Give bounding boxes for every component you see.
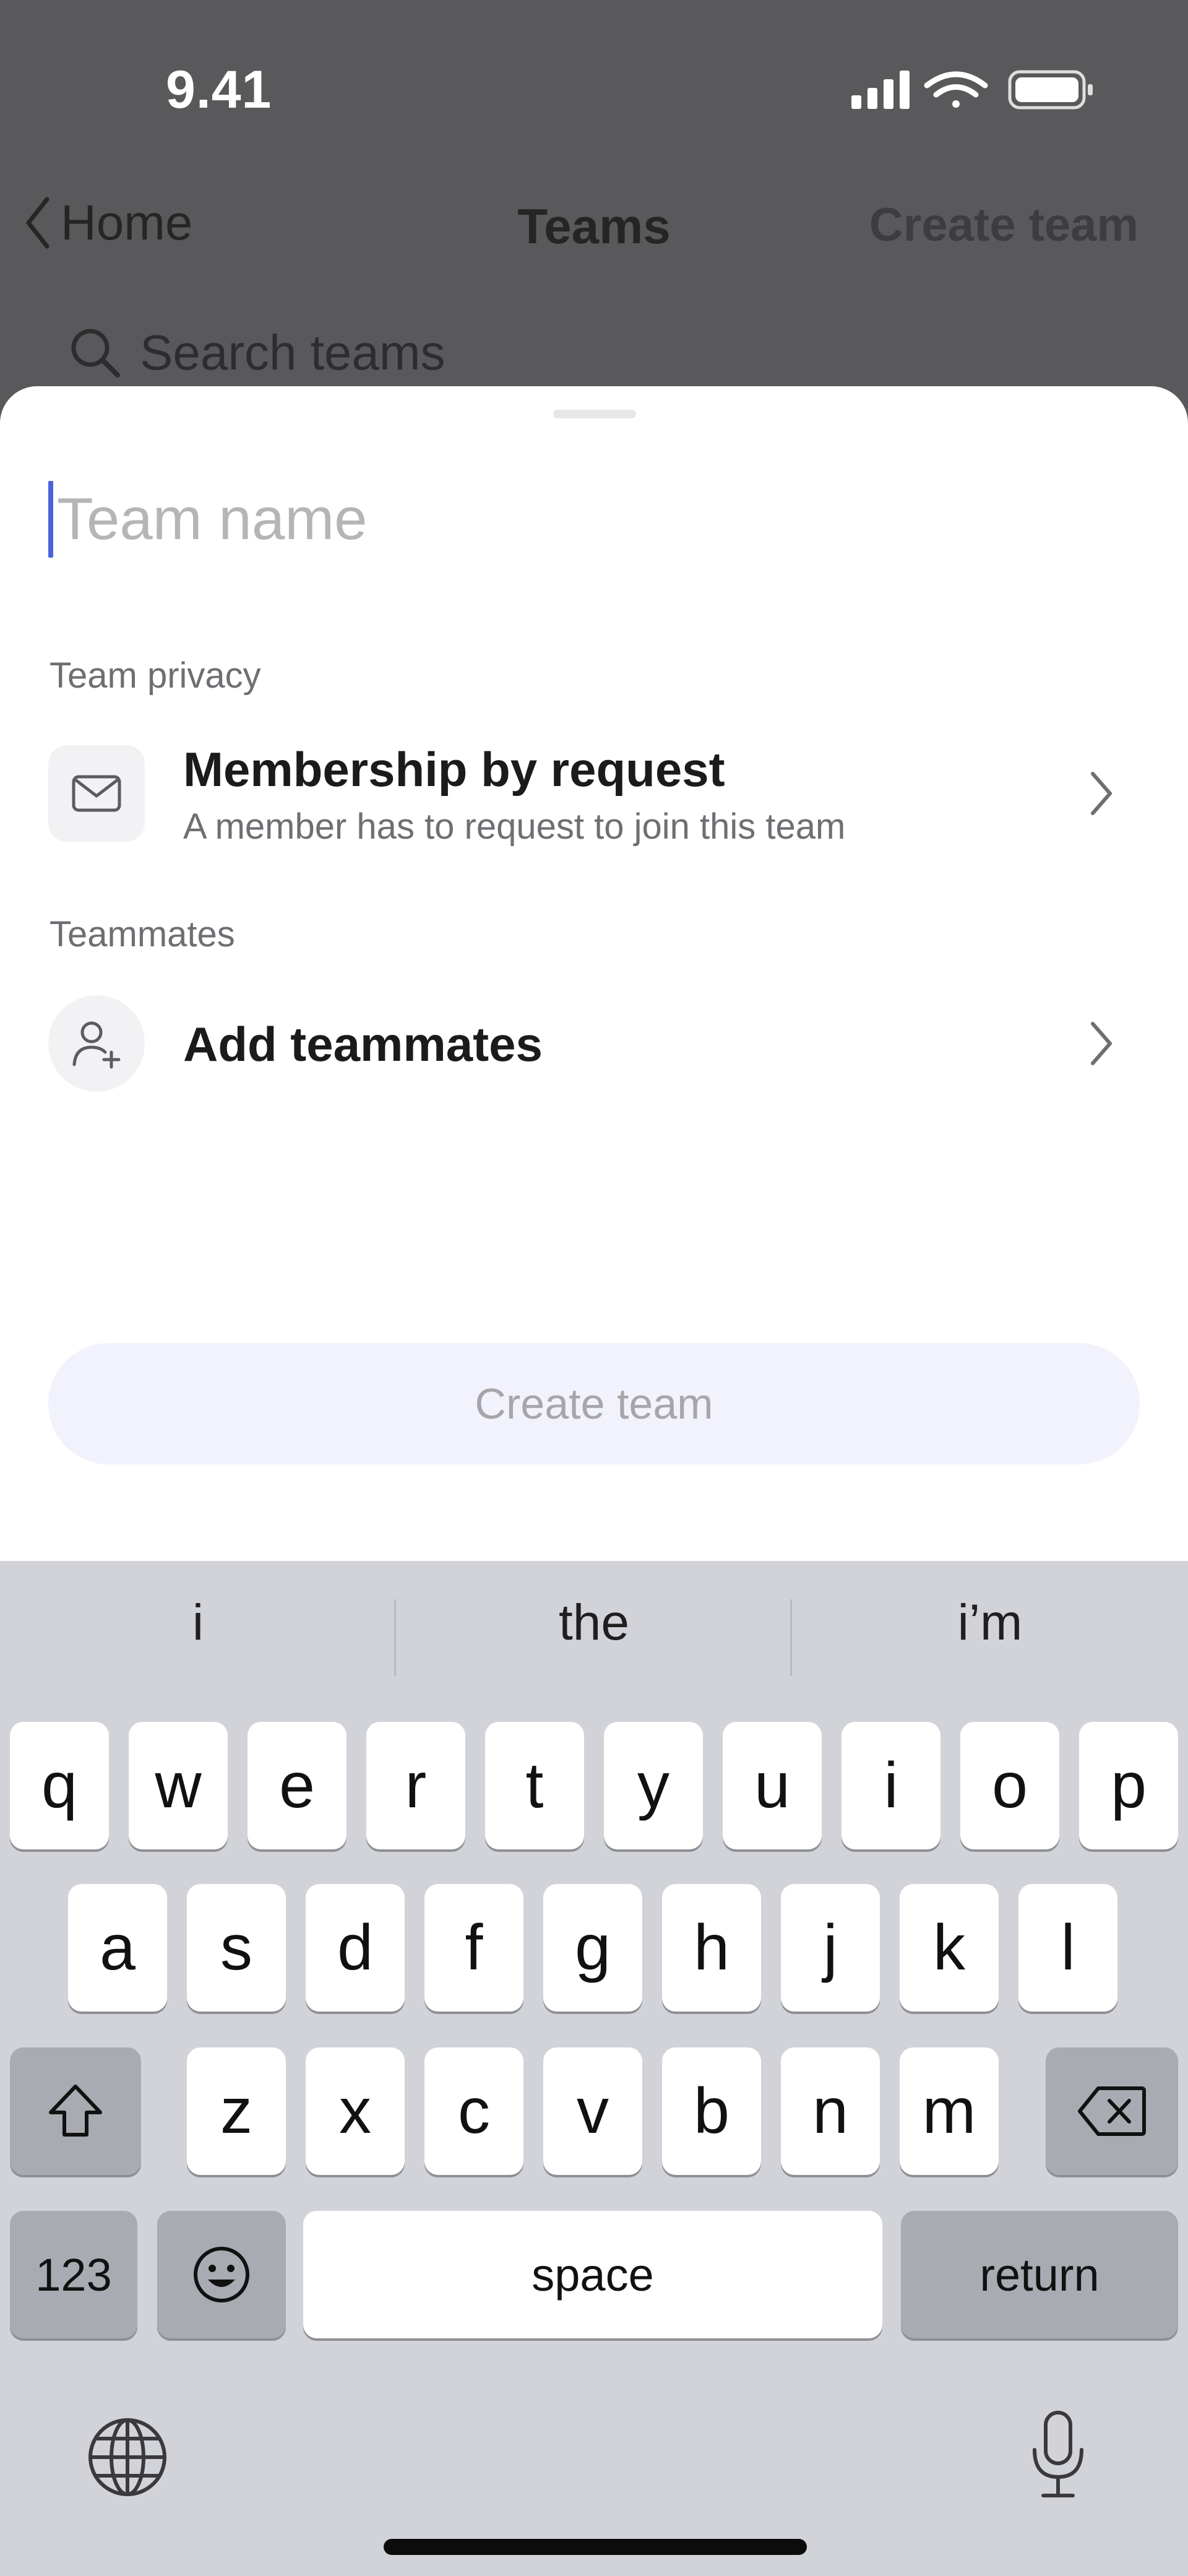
search-bar[interactable]: Search teams bbox=[68, 322, 446, 384]
shift-key[interactable] bbox=[10, 2047, 141, 2175]
key-m[interactable]: m bbox=[900, 2047, 999, 2175]
key-y[interactable]: y bbox=[604, 1722, 703, 1849]
globe-icon[interactable] bbox=[85, 2415, 170, 2499]
add-person-icon bbox=[48, 995, 145, 1092]
key-n[interactable]: n bbox=[781, 2047, 880, 2175]
key-b[interactable]: b bbox=[662, 2047, 761, 2175]
suggestion-1[interactable]: i bbox=[0, 1561, 396, 1685]
key-r[interactable]: r bbox=[366, 1722, 465, 1849]
key-v[interactable]: v bbox=[543, 2047, 642, 2175]
chevron-right-icon bbox=[1091, 1022, 1112, 1065]
key-j[interactable]: j bbox=[781, 1884, 880, 2012]
team-privacy-label: Team privacy bbox=[50, 655, 261, 696]
key-x[interactable]: x bbox=[306, 2047, 405, 2175]
key-l[interactable]: l bbox=[1018, 1884, 1117, 2012]
battery-icon bbox=[1008, 70, 1093, 110]
create-team-button[interactable]: Create team bbox=[48, 1343, 1140, 1464]
team-name-input[interactable] bbox=[57, 485, 1109, 553]
backspace-icon bbox=[1078, 2086, 1146, 2136]
key-t[interactable]: t bbox=[485, 1722, 584, 1849]
status-bar: 9.41 bbox=[0, 0, 1188, 173]
keyboard: i the i’m q w e r t y u i o p a s d f g … bbox=[0, 1561, 1188, 2576]
wifi-icon bbox=[924, 71, 988, 108]
privacy-title: Membership by request bbox=[183, 742, 725, 797]
key-d[interactable]: d bbox=[306, 1884, 405, 2012]
text-caret bbox=[48, 481, 53, 558]
shift-icon bbox=[49, 2085, 102, 2137]
numbers-key[interactable]: 123 bbox=[10, 2211, 137, 2338]
key-c[interactable]: c bbox=[424, 2047, 523, 2175]
sheet-grabber[interactable] bbox=[553, 410, 636, 418]
key-e[interactable]: e bbox=[248, 1722, 346, 1849]
privacy-subtitle: A member has to request to join this tea… bbox=[183, 806, 846, 847]
key-h[interactable]: h bbox=[662, 1884, 761, 2012]
search-icon bbox=[71, 329, 120, 378]
emoji-key[interactable] bbox=[157, 2211, 286, 2338]
key-s[interactable]: s bbox=[187, 1884, 286, 2012]
screen: 9.41 Home Teams Create team Search teams… bbox=[0, 0, 1188, 2576]
suggestion-2[interactable]: the bbox=[396, 1561, 792, 1685]
background-page: 9.41 Home Teams Create team Search teams bbox=[0, 0, 1188, 433]
key-q[interactable]: q bbox=[10, 1722, 109, 1849]
microphone-icon[interactable] bbox=[1027, 2409, 1089, 2502]
key-u[interactable]: u bbox=[723, 1722, 822, 1849]
privacy-option-row[interactable]: Membership by request A member has to re… bbox=[0, 727, 1188, 850]
teammates-label: Teammates bbox=[50, 914, 235, 954]
key-g[interactable]: g bbox=[543, 1884, 642, 2012]
create-team-nav-button[interactable]: Create team bbox=[869, 198, 1138, 252]
home-indicator bbox=[384, 2539, 807, 2555]
key-k[interactable]: k bbox=[900, 1884, 999, 2012]
predictive-text-bar: i the i’m bbox=[0, 1561, 1188, 1685]
emoji-icon bbox=[194, 2247, 249, 2302]
chevron-right-icon bbox=[1091, 772, 1112, 815]
delete-key[interactable] bbox=[1046, 2047, 1178, 2175]
key-w[interactable]: w bbox=[129, 1722, 228, 1849]
status-time: 9.41 bbox=[166, 60, 272, 119]
create-team-sheet: Team privacy Membership by request A mem… bbox=[0, 386, 1188, 1562]
key-f[interactable]: f bbox=[424, 1884, 523, 2012]
add-teammates-label: Add teammates bbox=[183, 1017, 543, 1071]
key-p[interactable]: p bbox=[1079, 1722, 1178, 1849]
key-i[interactable]: i bbox=[842, 1722, 940, 1849]
key-z[interactable]: z bbox=[187, 2047, 286, 2175]
cellular-signal-icon bbox=[851, 71, 910, 109]
return-key[interactable]: return bbox=[901, 2211, 1178, 2338]
suggestion-3[interactable]: i’m bbox=[792, 1561, 1188, 1685]
key-o[interactable]: o bbox=[960, 1722, 1059, 1849]
team-name-field-wrapper bbox=[48, 479, 1137, 560]
key-a[interactable]: a bbox=[68, 1884, 167, 2012]
search-placeholder: Search teams bbox=[140, 325, 446, 380]
add-teammates-row[interactable]: Add teammates bbox=[0, 980, 1188, 1104]
status-icons bbox=[851, 70, 1093, 110]
space-key[interactable]: space bbox=[303, 2211, 882, 2338]
envelope-icon bbox=[48, 745, 145, 842]
